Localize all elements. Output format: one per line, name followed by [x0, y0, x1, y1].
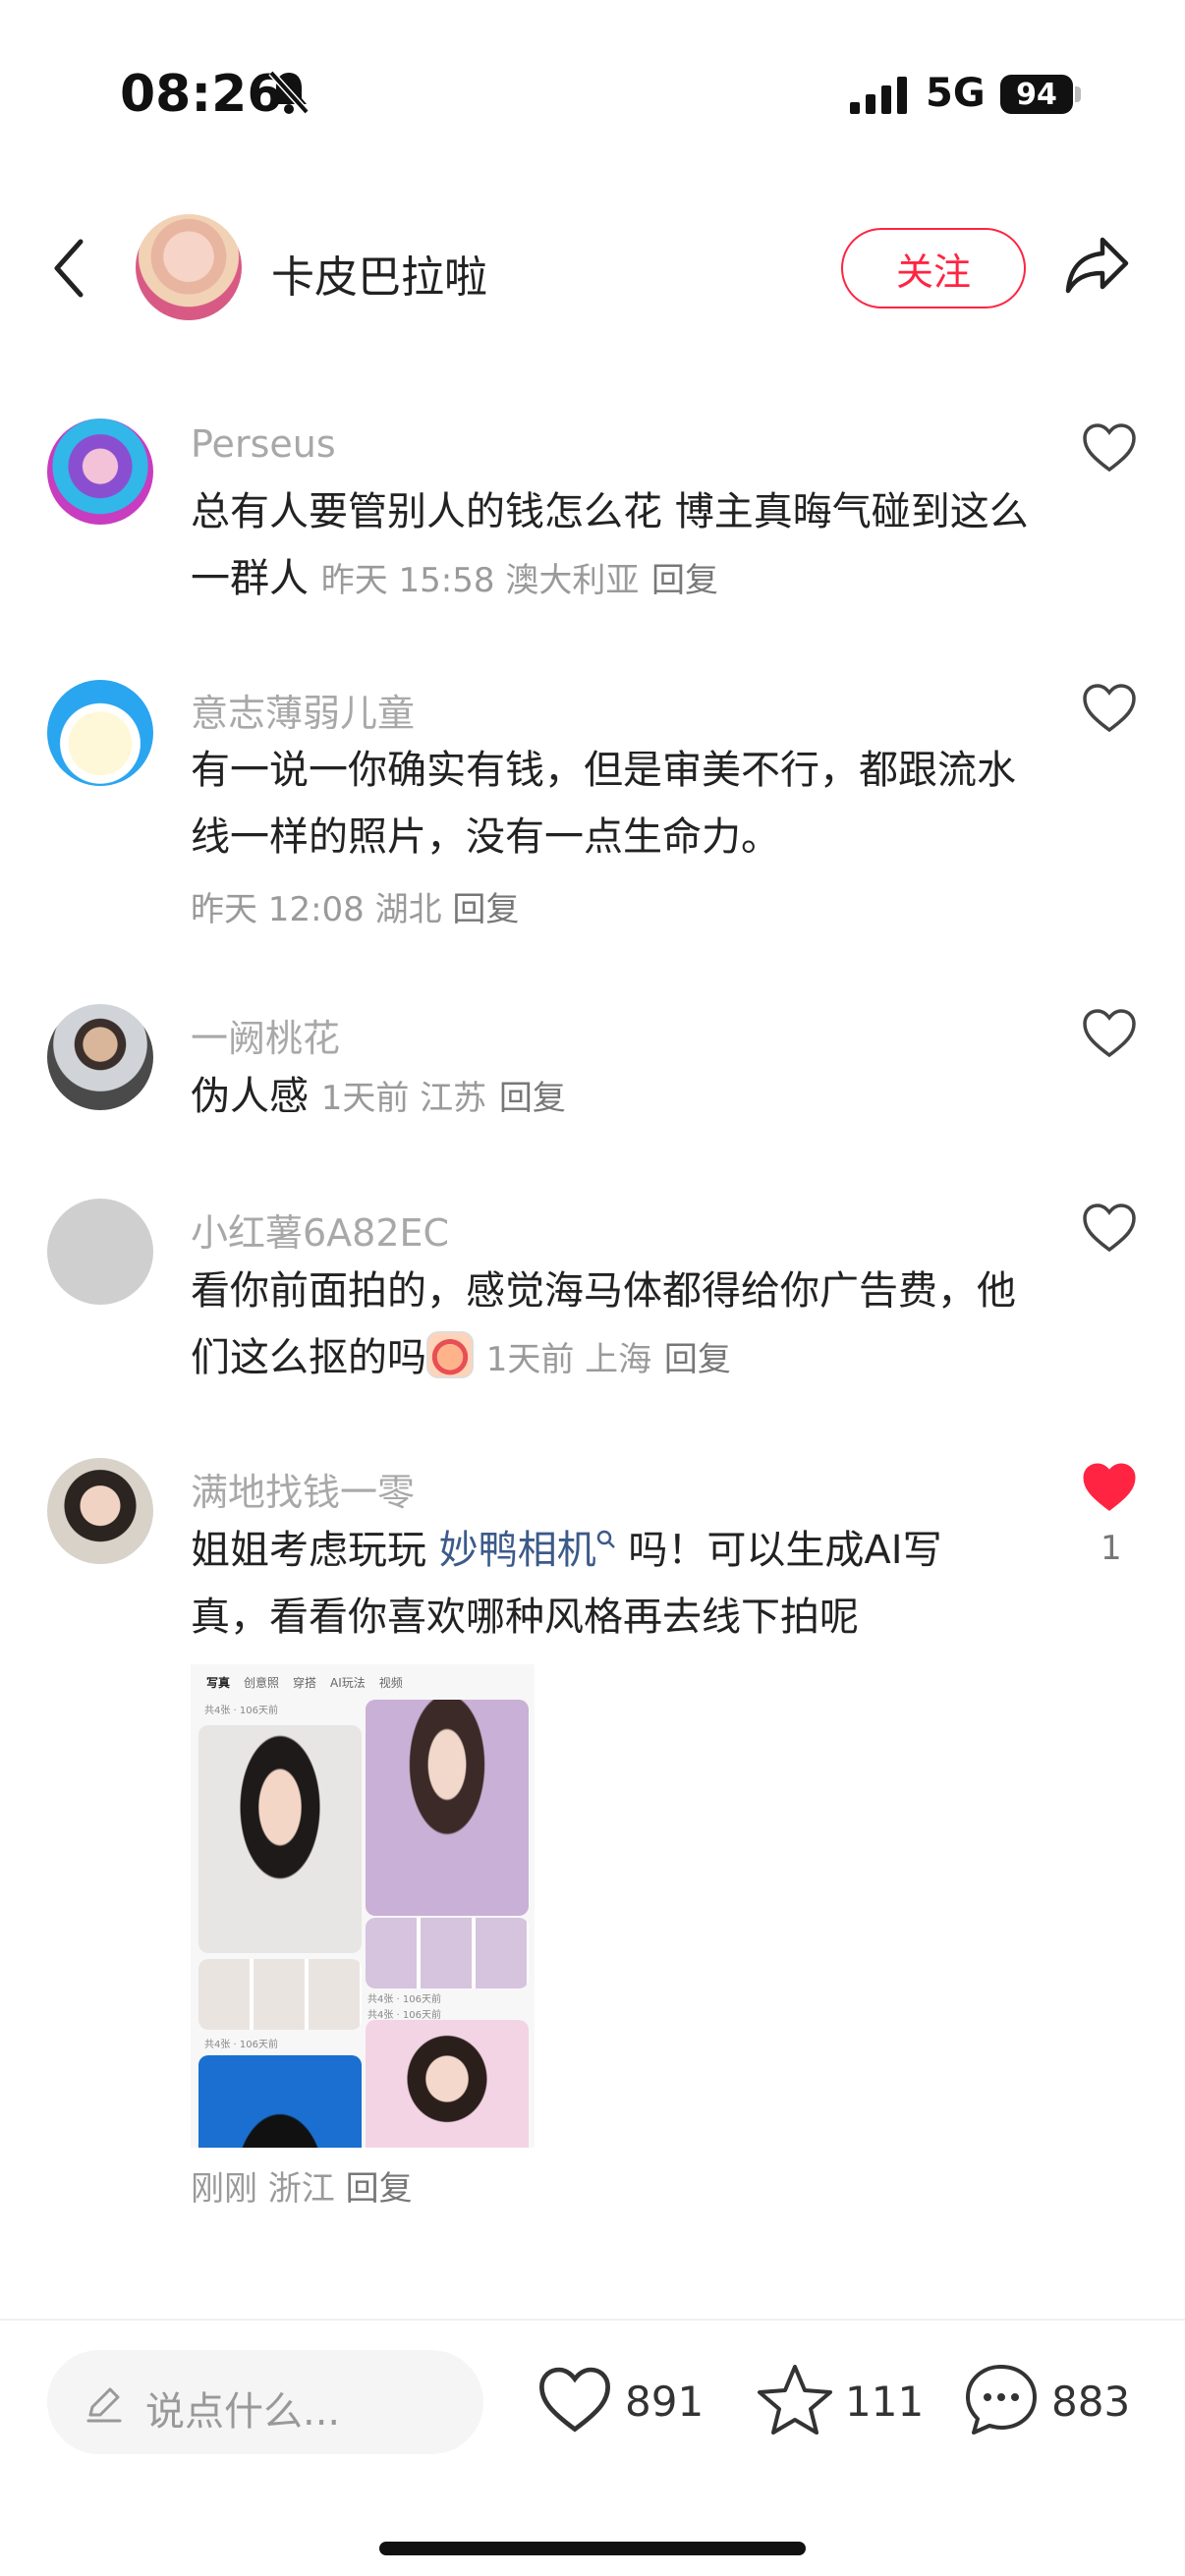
- image-tab: 写真: [206, 1676, 231, 1690]
- author-name[interactable]: 卡皮巴拉啦: [271, 242, 487, 305]
- image-tab: 创意照: [244, 1676, 280, 1690]
- back-chevron-icon[interactable]: [49, 236, 88, 301]
- heart-icon[interactable]: [1081, 422, 1138, 474]
- album-caption: 共4张 · 106天前: [204, 1706, 278, 1716]
- commenter-avatar[interactable]: [47, 419, 153, 525]
- heart-icon[interactable]: [1081, 683, 1138, 734]
- commenter-avatar[interactable]: [47, 1199, 153, 1305]
- comment-text[interactable]: 有一说一你确实有钱，但是审美不行，都跟流水线一样的照片，没有一点生命力。: [191, 737, 1036, 870]
- commenter-avatar[interactable]: [47, 1004, 153, 1110]
- commenter-avatar[interactable]: [47, 680, 153, 786]
- commenter-name[interactable]: Perseus: [191, 422, 336, 466]
- comment-meta-row: 昨天 12:08 湖北 回复: [191, 882, 519, 930]
- comment-meta: 昨天 15:58 澳大利亚: [320, 561, 640, 600]
- bottom-divider: [0, 2319, 1185, 2321]
- portrait-photo: [198, 2055, 362, 2148]
- reply-button[interactable]: 回复: [651, 561, 718, 600]
- comment-meta-row: 刚刚 浙江 回复: [191, 2161, 413, 2210]
- comment-body[interactable]: 看你前面拍的，感觉海马体都得给你广告费，他们这么抠的吗 1天前 上海 回复: [191, 1258, 1036, 1393]
- like-count: 1: [1100, 1529, 1122, 1568]
- image-tab: AI玩法: [330, 1676, 366, 1690]
- battery-level: 94: [1016, 77, 1057, 112]
- album-caption: 共4张 · 106天前: [367, 1994, 441, 2005]
- portrait-photo: [366, 1700, 529, 1916]
- status-time: 08:26: [120, 65, 283, 124]
- comment-bubble-icon[interactable]: [963, 2362, 1040, 2436]
- comment-meta: 刚刚 浙江: [191, 2169, 335, 2209]
- emoji-icon: [426, 1331, 474, 1378]
- commenter-name[interactable]: 意志薄弱儿童: [191, 683, 415, 737]
- reply-button[interactable]: 回复: [499, 1079, 566, 1118]
- comment-body[interactable]: 伪人感 1天前 江苏 回复: [191, 1063, 1036, 1132]
- image-tab: 视频: [378, 1676, 403, 1690]
- signal-icon: [850, 77, 907, 114]
- battery-tip: [1075, 86, 1081, 102]
- search-icon[interactable]: [596, 1530, 616, 1549]
- commenter-avatar[interactable]: [47, 1458, 153, 1564]
- comment-meta: 1天前 江苏: [320, 1079, 487, 1118]
- comment-body[interactable]: 姐姐考虑玩玩 妙鸭相机 吗！可以生成AI写真，看看你喜欢哪种风格再去线下拍呢: [191, 1517, 1016, 1651]
- image-tab: 穿搭: [293, 1676, 317, 1690]
- commenter-name[interactable]: 一阙桃花: [191, 1008, 340, 1062]
- comment-meta: 昨天 12:08 湖北: [191, 890, 442, 929]
- battery-indicator: 94: [1000, 75, 1073, 114]
- comment-image[interactable]: 写真 创意照 穿搭 AI玩法 视频 共4张 · 106天前 共4张 · 106天前 共4…: [191, 1664, 535, 2148]
- share-icon[interactable]: [1063, 234, 1132, 297]
- comment-body[interactable]: 总有人要管别人的钱怎么花 博主真晦气碰到这么一群人 昨天 15:58 澳大利亚 …: [191, 478, 1036, 614]
- comment-count: 883: [1051, 2378, 1131, 2426]
- album-caption: 共4张 · 106天前: [204, 2040, 278, 2050]
- like-count: 891: [625, 2378, 705, 2426]
- star-count: 111: [845, 2378, 925, 2426]
- network-label: 5G: [926, 71, 986, 116]
- heart-icon[interactable]: [1081, 1008, 1138, 1059]
- album-caption: 共4张 · 106天前: [367, 2010, 441, 2021]
- comment-text: 伪人感: [191, 1074, 309, 1119]
- thumbnail-row: [366, 1918, 529, 1988]
- reply-button[interactable]: 回复: [346, 2169, 413, 2209]
- portrait-photo: [366, 2020, 529, 2148]
- commenter-name[interactable]: 小红薯6A82EC: [191, 1203, 449, 1257]
- thumbnail-row: [198, 1959, 362, 2030]
- pencil-icon: [86, 2387, 122, 2423]
- bell-slash-icon: [268, 70, 310, 115]
- reply-button[interactable]: 回复: [452, 890, 519, 929]
- comment-text-start: 姐姐考虑玩玩: [191, 1528, 439, 1573]
- commenter-name[interactable]: 满地找钱一零: [191, 1462, 415, 1516]
- portrait-photo: [198, 1725, 362, 1953]
- like-icon[interactable]: [536, 2366, 613, 2435]
- comment-placeholder[interactable]: 说点什么...: [145, 2380, 340, 2436]
- heart-icon[interactable]: [1081, 1203, 1138, 1254]
- comment-meta: 1天前 上海: [485, 1340, 652, 1379]
- author-avatar[interactable]: [136, 214, 242, 320]
- follow-button[interactable]: 关注: [841, 228, 1026, 308]
- reply-button[interactable]: 回复: [664, 1340, 731, 1379]
- star-icon[interactable]: [757, 2363, 833, 2436]
- image-tab-row: 写真 创意照 穿搭 AI玩法 视频: [206, 1672, 417, 1691]
- home-indicator[interactable]: [379, 2542, 806, 2555]
- heart-filled-icon[interactable]: [1081, 1462, 1138, 1513]
- app-link[interactable]: 妙鸭相机: [439, 1528, 596, 1573]
